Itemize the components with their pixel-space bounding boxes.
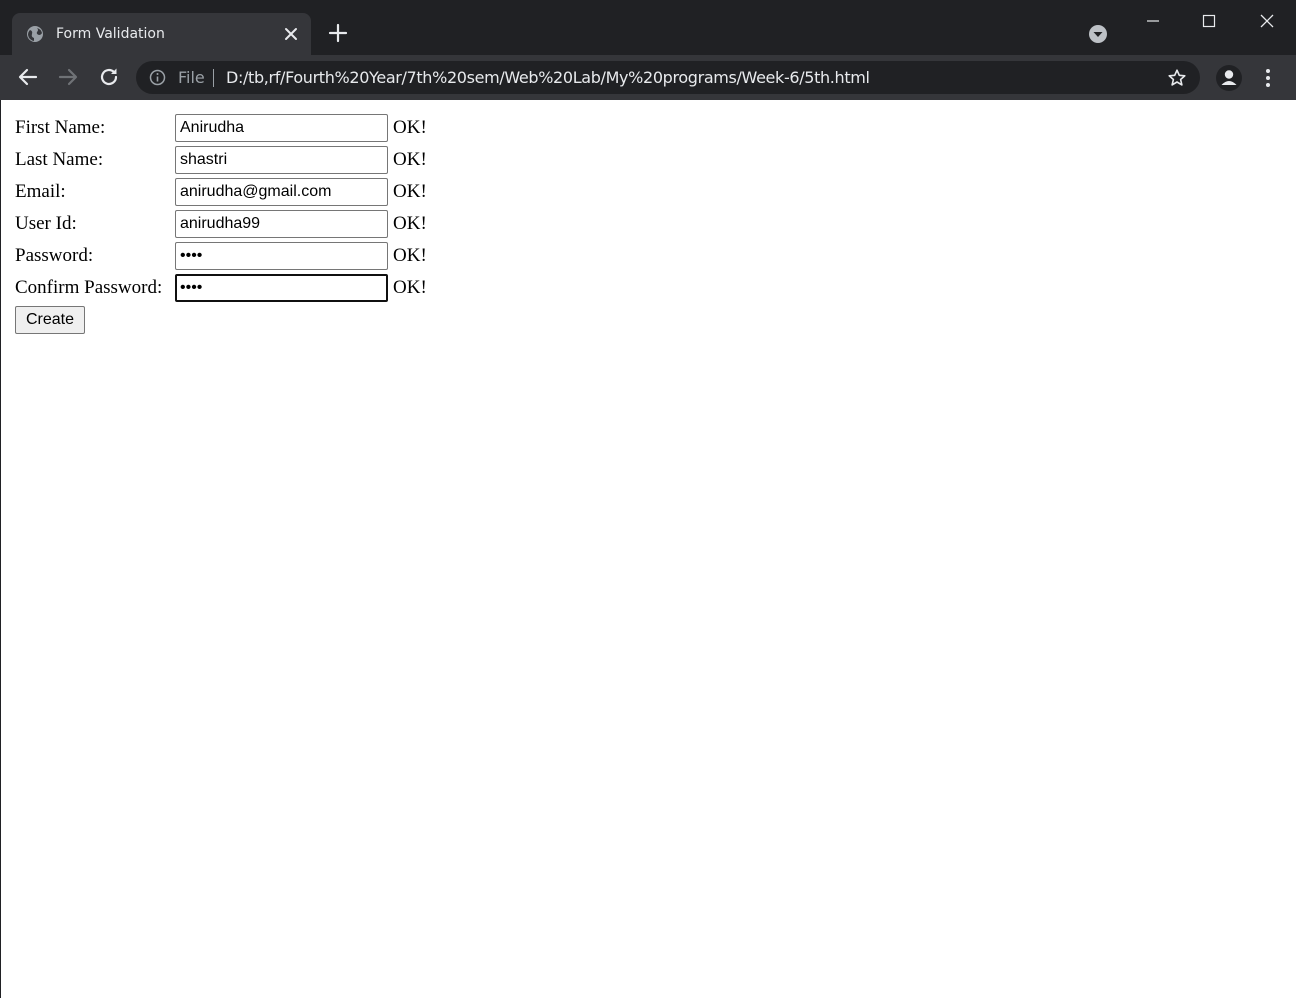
form-row-email: Email: OK! [14,176,427,208]
email-status: OK! [393,181,427,202]
address-bar[interactable]: File D:/tb,rf/Fourth%20Year/7th%20sem/We… [136,61,1200,94]
minimize-icon[interactable] [1138,6,1168,36]
create-button[interactable]: Create [15,306,85,334]
last-name-input[interactable] [175,146,388,174]
form-row-first-name: First Name: OK! [14,112,427,144]
first-name-label: First Name: [15,117,106,138]
plus-icon[interactable] [327,22,349,44]
form-row-user-id: User Id: OK! [14,208,427,240]
info-icon[interactable] [149,69,166,86]
password-label: Password: [15,245,94,266]
star-icon[interactable] [1167,68,1187,88]
first-name-status: OK! [393,117,427,138]
last-name-label: Last Name: [15,149,104,170]
password-input[interactable] [175,242,388,270]
arrow-right-icon[interactable] [56,65,80,89]
last-name-status: OK! [393,149,427,170]
tab-title: Form Validation [56,26,165,42]
more-vertical-icon[interactable] [1258,66,1278,90]
address-separator [213,69,214,87]
form-row-password: Password: OK! [14,240,427,272]
close-icon[interactable] [282,25,300,43]
confirm-password-status: OK! [393,277,427,298]
browser-toolbar: File D:/tb,rf/Fourth%20Year/7th%20sem/We… [0,55,1296,100]
url-text[interactable]: D:/tb,rf/Fourth%20Year/7th%20sem/Web%20L… [226,68,870,87]
email-input[interactable] [175,178,388,206]
tab-form-validation[interactable]: Form Validation [12,13,311,55]
user-id-status: OK! [393,213,427,234]
browser-window: Form Validation File D:/tb,rf/Fourth%20Y… [0,0,1296,998]
form-row-confirm-password: Confirm Password: OK! [14,272,427,304]
person-icon[interactable] [1215,64,1243,92]
form-row-last-name: Last Name: OK! [14,144,427,176]
confirm-password-label: Confirm Password: [15,277,163,298]
confirm-password-input[interactable] [175,274,388,302]
user-id-input[interactable] [175,210,388,238]
password-status: OK! [393,245,427,266]
user-id-label: User Id: [15,213,77,234]
page-viewport: First Name: OK! Last Name: OK! Email: OK… [0,100,1296,998]
first-name-input[interactable] [175,114,388,142]
signup-form: First Name: OK! Last Name: OK! Email: OK… [14,112,427,304]
email-label: Email: [15,181,66,202]
reload-icon[interactable] [97,65,121,89]
maximize-icon[interactable] [1194,6,1224,36]
scheme-label: File [178,68,205,87]
window-close-icon[interactable] [1252,6,1282,36]
arrow-left-icon[interactable] [16,65,40,89]
globe-icon [27,26,43,42]
chevron-down-icon[interactable] [1086,22,1110,46]
tab-strip: Form Validation [0,0,1296,55]
